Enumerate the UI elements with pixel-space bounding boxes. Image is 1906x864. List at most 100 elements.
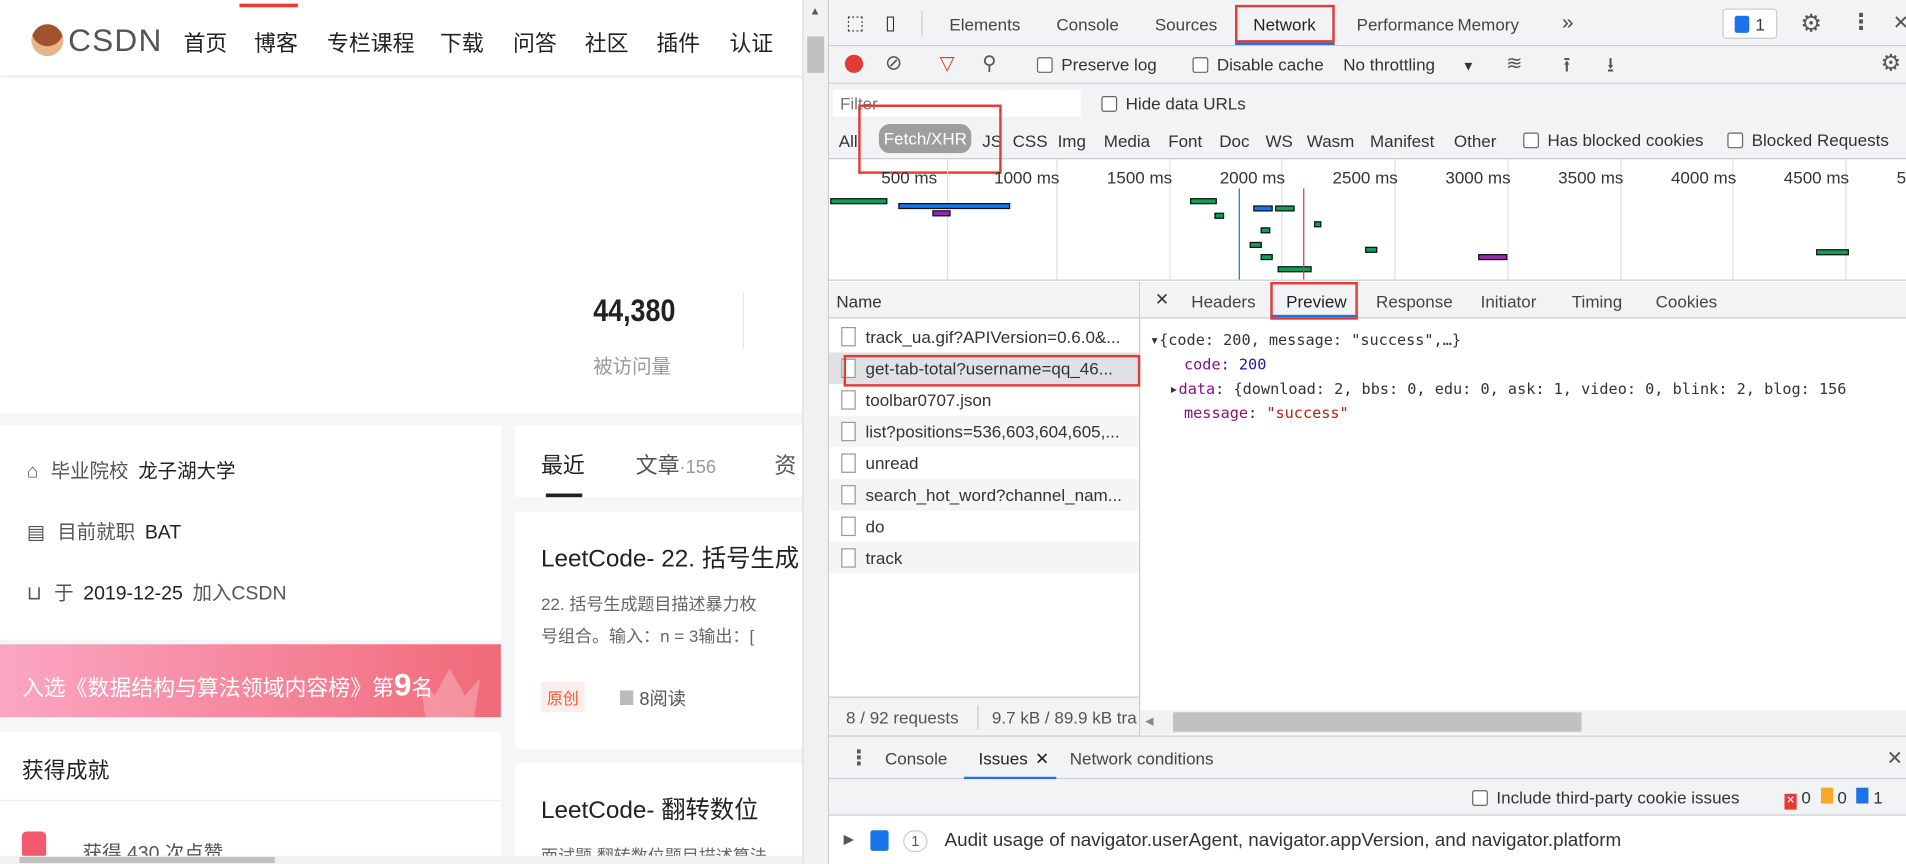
record-icon[interactable] [844,54,864,73]
type-media[interactable]: Media [1104,131,1150,150]
type-wasm[interactable]: Wasm [1307,131,1355,150]
nav-qa[interactable]: 问答 [513,27,557,59]
scroll-left-arrow-icon[interactable]: ◀ [1145,715,1153,728]
scroll-thumb[interactable] [807,36,825,73]
tab-sources[interactable]: Sources [1155,15,1217,34]
tab-headers[interactable]: Headers [1191,292,1255,311]
type-doc[interactable]: Doc [1219,131,1249,150]
close-tab-icon[interactable]: ✕ [1035,749,1049,768]
tab-articles[interactable]: 文章·156 [636,449,716,481]
more-options-icon[interactable]: ⋮ [1850,10,1872,36]
site-header: CSDN 首页 博客 专栏课程 下载 问答 社区 插件 认证 [0,0,803,76]
timeline-label: 1500 ms [1106,167,1173,188]
monkey-logo-icon [31,24,64,56]
drawer-tab-issues[interactable]: Issues ✕ [979,749,1050,770]
collapse-triangle-icon[interactable]: ▾ [1150,331,1159,349]
type-other[interactable]: Other [1454,131,1497,150]
type-font[interactable]: Font [1168,131,1202,150]
scroll-thumb[interactable] [1173,712,1582,732]
detail-tab-bar: ✕ Headers Preview Response Initiator Tim… [1140,282,1906,319]
article-card[interactable]: LeetCode- 22. 括号生成 22. 括号生成题目描述暴力枚 号组合。输… [515,511,803,749]
nav-home[interactable]: 首页 [184,27,228,59]
type-all[interactable]: All [839,131,858,150]
request-row[interactable]: unread [829,447,1140,479]
scroll-thumb[interactable] [19,856,275,864]
waterfall-bar [1190,198,1217,205]
more-tabs-button[interactable]: » [1562,11,1574,35]
export-har-download-icon[interactable]: ⭳ [1607,50,1614,85]
clear-icon[interactable]: ⊘ [885,51,902,75]
tab-cookies[interactable]: Cookies [1656,292,1718,311]
preview-horizontal-scrollbar[interactable]: ◀ [1140,709,1906,735]
import-har-upload-icon[interactable]: ⭱ [1563,50,1570,85]
article-title[interactable]: LeetCode- 22. 括号生成 [541,539,799,574]
device-toolbar-icon[interactable]: ▯ [885,11,896,35]
request-row[interactable]: do [829,510,1140,543]
hide-data-urls-checkbox[interactable]: Hide data URLs [1101,94,1246,113]
profile-header: 44,380 被访问量 [0,77,803,414]
type-manifest[interactable]: Manifest [1370,131,1434,150]
ranking-banner[interactable]: 入选《数据结构与算法领域内容榜》第9名 [0,644,501,718]
tab-initiator[interactable]: Initiator [1481,292,1537,311]
issues-badge-button[interactable]: 1 [1722,8,1778,39]
horizontal-scrollbar[interactable] [0,855,803,864]
tab-response[interactable]: Response [1376,292,1453,311]
tab-memory[interactable]: Memory [1458,15,1519,34]
request-row[interactable]: list?positions=536,603,604,605,... [829,415,1140,448]
request-row[interactable]: toolbar0707.json [829,384,1140,416]
chevron-down-icon: ▼ [1461,59,1475,75]
network-overview-timeline[interactable]: 500 ms 1000 ms 1500 ms 2000 ms 2500 ms 3000 m… [829,159,1906,281]
drawer-menu-icon[interactable]: ⋮ [848,746,869,770]
tab-resources[interactable]: 资 [774,449,796,481]
nav-plugin[interactable]: 插件 [656,27,700,59]
scroll-up-arrow-icon[interactable]: ▲ [810,5,821,17]
type-ws[interactable]: WS [1265,131,1292,150]
nav-community[interactable]: 社区 [585,27,629,59]
search-icon[interactable]: ⚲ [982,51,996,75]
blocked-requests-checkbox[interactable]: Blocked Requests [1727,130,1889,150]
drawer-tab-network-conditions[interactable]: Network conditions [1070,749,1214,768]
name-column-header[interactable]: Name [829,282,1140,319]
drawer-tab-console[interactable]: Console [885,749,947,768]
inspect-element-icon[interactable]: ⬚ [846,11,864,35]
tab-console[interactable]: Console [1056,15,1118,34]
preserve-log-checkbox[interactable]: Preserve log [1036,55,1157,74]
request-row[interactable]: track [829,542,1140,574]
nav-blog[interactable]: 博客 [254,27,298,59]
close-detail-icon[interactable]: ✕ [1155,289,1169,310]
type-img[interactable]: Img [1058,131,1086,150]
close-devtools-icon[interactable]: ✕ [1893,11,1906,35]
disable-cache-checkbox[interactable]: Disable cache [1192,55,1324,74]
request-row[interactable]: track_ua.gif?APIVersion=0.6.0&... [829,320,1140,353]
has-blocked-cookies-checkbox[interactable]: Has blocked cookies [1523,130,1704,150]
issue-row[interactable]: ▶ 1 Audit usage of navigator.userAgent, … [829,817,1906,864]
tab-recent[interactable]: 最近 [541,449,585,481]
article-title[interactable]: LeetCode- 翻转数位 [541,790,759,825]
json-data[interactable]: ▸data: {download: 2, bbs: 0, edu: 0, ask… [1169,379,1846,397]
nav-courses[interactable]: 专栏课程 [327,27,415,59]
tab-timing[interactable]: Timing [1572,292,1622,311]
article-card[interactable]: LeetCode- 翻转数位 面试题 翻转数位题目描述算法 [515,763,803,864]
third-party-cookie-checkbox[interactable]: Include third-party cookie issues [1472,788,1740,807]
close-drawer-icon[interactable]: ✕ [1887,746,1903,770]
nav-cert[interactable]: 认证 [729,27,773,59]
network-conditions-wifi-icon[interactable]: ≋ [1506,51,1522,75]
type-css[interactable]: CSS [1013,131,1048,150]
expand-triangle-icon[interactable]: ▶ [844,831,854,848]
issue-counts: ✕ 0 0 1 [1784,787,1883,810]
original-tag: 原创 [540,681,585,713]
network-settings-gear-icon[interactable]: ⚙ [1881,50,1902,78]
tab-elements[interactable]: Elements [949,15,1020,34]
file-icon [841,516,856,537]
logo[interactable]: CSDN [31,22,161,58]
settings-gear-icon[interactable]: ⚙ [1800,9,1822,39]
waterfall-bar [1253,205,1273,212]
tab-performance[interactable]: Performance [1357,15,1454,34]
request-row[interactable]: search_hot_word?channel_nam... [829,478,1140,511]
expand-triangle-icon[interactable]: ▸ [1169,379,1178,397]
filter-funnel-icon[interactable]: ▽ [940,51,955,75]
throttling-select[interactable]: No throttling ▼ [1343,55,1475,74]
nav-download[interactable]: 下载 [440,27,484,59]
page-scrollbar[interactable]: ▲ [802,0,828,864]
json-root[interactable]: ▾{code: 200, message: "success",…} [1150,331,1461,349]
